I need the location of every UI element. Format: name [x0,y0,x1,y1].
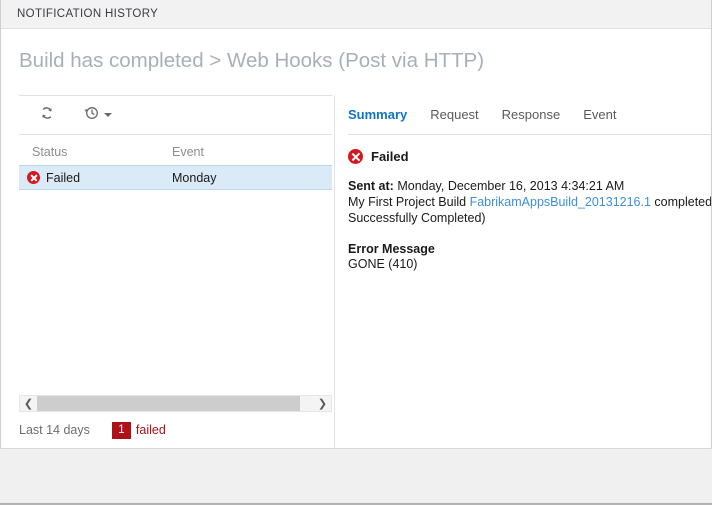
horizontal-scrollbar[interactable]: ❮ ❯ [19,395,332,412]
error-circle-icon [27,171,40,184]
window-bottom-chrome [0,449,712,505]
sent-at-timestamp: Monday, December 16, 2013 4:34:21 AM [397,179,625,193]
sent-at-label: Sent at: [348,179,394,193]
scrollbar-track[interactable] [37,396,314,411]
refresh-icon [39,105,55,126]
pane-divider [334,95,335,448]
error-circle-icon [348,149,363,164]
date-range-label: Last 14 days [19,423,90,437]
window-title: NOTIFICATION HISTORY [17,8,159,20]
chevron-down-icon [104,113,112,117]
list-toolbar [19,95,332,135]
list-empty-area [19,190,332,398]
history-list-pane: Status Event Failed Monday ❮ ❯ Last 14 d… [19,95,332,448]
build-link[interactable]: FabrikamAppsBuild_20131216.1 [470,195,651,209]
tab-request[interactable]: Request [430,107,478,122]
dialog-window: NOTIFICATION HISTORY Build has completed… [0,0,712,449]
list-status-bar: Last 14 days 1 failed [19,419,332,441]
scrollbar-thumb[interactable] [37,396,300,411]
row-event-cell: Monday [172,170,217,185]
failed-count-badge: 1 [111,421,131,439]
scroll-left-arrow-icon[interactable]: ❮ [20,396,37,411]
tab-summary[interactable]: Summary [348,107,407,122]
table-row[interactable]: Failed Monday [19,165,332,190]
failed-label: failed [135,423,166,437]
error-message-heading: Error Message [348,242,435,256]
detail-message: Sent at: Monday, December 16, 2013 4:34:… [348,178,712,226]
content-panes: Status Event Failed Monday ❮ ❯ Last 14 d… [1,95,712,448]
notification-history-dialog: NOTIFICATION HISTORY Build has completed… [0,0,712,505]
column-header-status[interactable]: Status [19,145,172,159]
detail-pane: Summary Request Response Event Failed Se… [348,95,712,448]
row-status-cell: Failed [19,171,172,185]
page-title: Build has completed > Web Hooks (Post vi… [19,49,485,72]
summary-panel: Failed Sent at: Monday, December 16, 201… [348,135,712,272]
detail-status-badge: Failed [348,149,711,164]
detail-tabs: Summary Request Response Event [348,95,711,135]
build-message-line1: My First Project Build FabrikamAppsBuild… [348,194,712,210]
clock-history-icon [83,105,100,126]
build-message-prefix: My First Project Build [348,195,470,209]
build-message-suffix: completed (Sta [654,195,712,209]
detail-status-label: Failed [371,149,409,164]
tab-response[interactable]: Response [502,107,561,122]
row-status-label: Failed [46,170,81,185]
tab-event[interactable]: Event [583,107,616,122]
error-message-text: GONE (410) [348,257,418,271]
sent-at-line: Sent at: Monday, December 16, 2013 4:34:… [348,178,711,194]
refresh-button[interactable] [31,100,63,130]
title-bar: NOTIFICATION HISTORY [1,0,711,29]
column-header-event[interactable]: Event [172,145,322,159]
history-range-button[interactable] [75,100,120,130]
list-column-headers: Status Event [19,135,332,165]
build-message-line2: Successfully Completed) [348,211,486,225]
scroll-right-arrow-icon[interactable]: ❯ [314,396,331,411]
